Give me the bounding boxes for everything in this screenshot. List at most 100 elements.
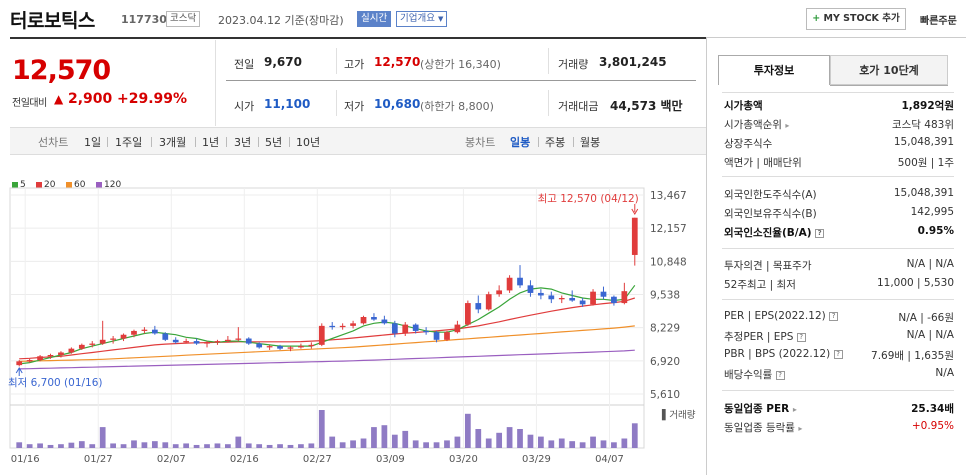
info-value: 코스닥 483위 (891, 119, 954, 131)
volume-bar (245, 443, 252, 448)
info-label: 상장주식수 (724, 138, 773, 150)
candle-body (412, 324, 419, 331)
info-value: 15,048,391 (893, 187, 954, 199)
chart-frame (9, 187, 645, 449)
help-icon[interactable]: ? (833, 349, 843, 359)
volume-bar (68, 442, 75, 448)
panel-separator (706, 38, 707, 475)
tab-orderbook[interactable]: 호가 10단계 (830, 55, 948, 85)
candle-body (371, 317, 377, 320)
candle-body (423, 330, 429, 333)
info-label: PBR | BPS (2022.12) (724, 348, 831, 360)
chevron-right-icon: ▸ (785, 121, 790, 130)
candle-body (245, 338, 252, 344)
x-tick-label: 02/27 (303, 454, 332, 465)
candle-body (538, 292, 544, 296)
y-tick-label: 12,157 (650, 223, 687, 235)
ma120-line (19, 349, 635, 370)
candle-body (433, 332, 440, 340)
info-row-cap-rank[interactable]: 시가총액순위 ▸ 코스닥 483위 (724, 117, 954, 132)
header-divider-right (706, 37, 966, 38)
ma60-line (19, 325, 635, 362)
info-row-par: 액면가 | 매매단위 500원 | 1주 (724, 155, 954, 170)
info-row-foreign-hold: 외국인보유주식수(B) 142,995 (724, 206, 954, 221)
info-label: 외국인한도주식수(A) (724, 189, 817, 201)
volume-bar (47, 444, 54, 448)
volume-bar (183, 443, 190, 448)
info-row-sector-per[interactable]: 동일업종 PER ▸ 25.34배 (724, 401, 954, 416)
volume-bar (131, 440, 137, 448)
info-row-sector-rate[interactable]: 동일업종 등락률 ▸ +0.95% (724, 420, 954, 435)
candle-body (131, 330, 137, 335)
volume-bar (381, 425, 388, 448)
help-icon[interactable]: ? (815, 228, 825, 238)
candle-body (99, 339, 106, 344)
candle-body (360, 317, 367, 324)
candle-body (318, 325, 325, 345)
tab-underline (830, 85, 948, 86)
info-label: 투자의견 | 목표주가 (724, 260, 812, 272)
candle-body (329, 325, 336, 328)
volume-bar (120, 444, 127, 448)
candle-body (16, 361, 23, 366)
candle-body (193, 341, 200, 344)
y-tick-label: 6,920 (650, 356, 680, 368)
candle-body (475, 303, 482, 310)
x-tick-label: 02/16 (230, 454, 259, 465)
info-label: 동일업종 등락률 (724, 422, 795, 434)
volume-bar (235, 436, 242, 448)
candle-body (120, 334, 127, 339)
quick-order-link[interactable]: 빠른주문 (920, 12, 957, 27)
x-tick-label: 03/29 (522, 454, 551, 465)
volume-bar (151, 441, 158, 448)
candle-body (78, 344, 85, 349)
volume-bar (318, 410, 325, 448)
help-icon[interactable]: ? (829, 311, 839, 321)
help-icon[interactable]: ? (796, 332, 806, 342)
candle-body (621, 291, 628, 304)
volume-bar (308, 443, 315, 448)
candle-body (26, 360, 33, 362)
volume-bar (287, 444, 294, 448)
x-tick-label: 02/07 (157, 454, 186, 465)
chevron-right-icon: ▸ (792, 405, 797, 414)
high-annotation: 최고 12,570 (04/12) (538, 193, 639, 205)
price-chart[interactable]: 13,467 12,157 10,848 9,538 8,229 6,920 5,610 01… (0, 0, 706, 475)
info-label: 52주최고 | 최저 (724, 279, 796, 291)
volume-bar (204, 444, 210, 448)
candle-body (266, 346, 273, 348)
add-mystock-button[interactable]: + MY STOCK 추가 (806, 8, 906, 30)
candle-body (454, 324, 461, 333)
volume-bar (256, 444, 263, 448)
y-tick-label: 13,467 (650, 190, 687, 202)
candle-body (496, 290, 503, 295)
volume-bar (590, 436, 596, 448)
y-tick-label: 8,229 (650, 323, 680, 335)
candle-body (339, 325, 346, 328)
info-value: 7.69배 | 1,635원 (871, 350, 954, 362)
volume-bar (475, 429, 482, 448)
x-tick-label: 01/27 (84, 454, 113, 465)
volume-bar (172, 444, 179, 448)
volume-bar (517, 429, 523, 448)
x-tick-label: 03/09 (376, 454, 405, 465)
tab-investment-info[interactable]: 투자정보 (718, 55, 830, 85)
volume-bar (277, 444, 283, 448)
volume-bar (506, 427, 513, 448)
help-icon[interactable]: ? (775, 370, 785, 380)
info-label: 시가총액순위 (724, 119, 782, 131)
info-divider (722, 390, 954, 391)
candle-body (256, 343, 263, 348)
info-value: N/A (935, 367, 954, 379)
info-value: 1,892억원 (901, 100, 954, 112)
volume-bar (266, 444, 273, 448)
candle-body (151, 329, 158, 334)
candle-body (235, 338, 242, 340)
volume-bar (99, 427, 106, 448)
candle-body (47, 354, 54, 357)
candle-body (590, 291, 596, 305)
candle-body (611, 296, 617, 304)
info-row-est-per: 추정PER | EPS ? N/A | N/A (724, 329, 954, 344)
info-divider (722, 248, 954, 249)
volume-bar (350, 440, 356, 448)
